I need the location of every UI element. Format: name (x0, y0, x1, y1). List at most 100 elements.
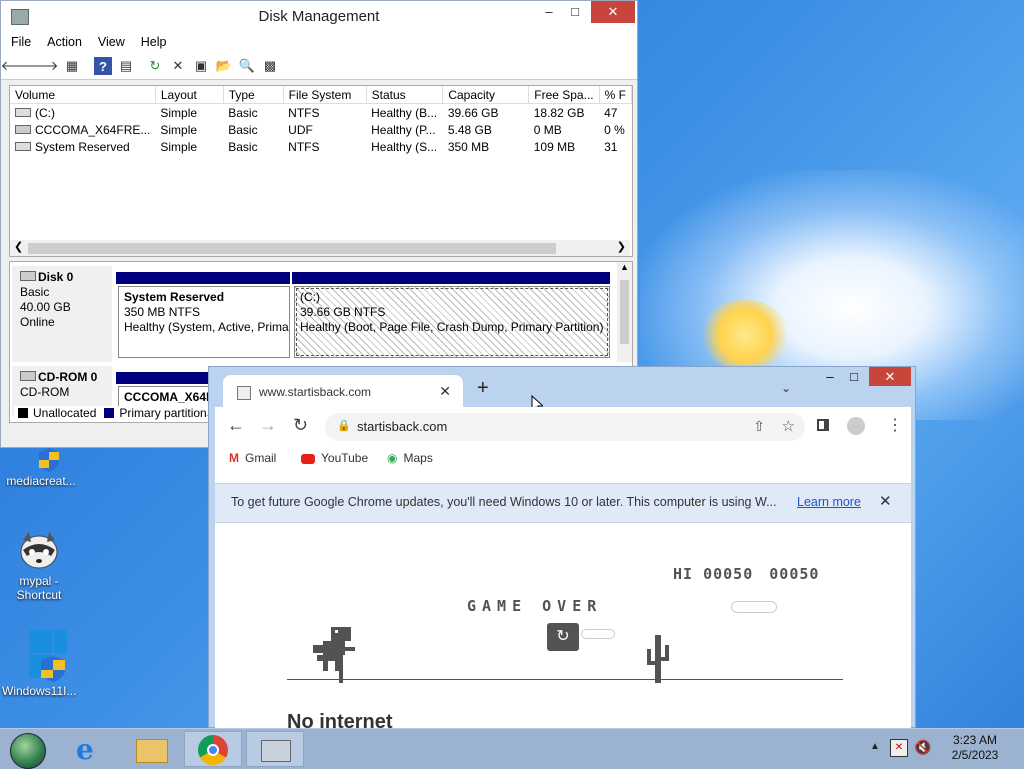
horizontal-scrollbar[interactable]: ❮ ❯ (10, 240, 630, 256)
checkmark-document-icon[interactable]: ▣ (192, 57, 210, 75)
taskbar-internet-explorer[interactable]: e (62, 731, 120, 767)
disk0-label[interactable]: Disk 0 Basic 40.00 GB Online (12, 266, 112, 362)
column-header[interactable]: Free Spa... (528, 86, 600, 104)
taskbar-disk-management[interactable] (246, 731, 304, 767)
title-bar[interactable]: Disk Management – □ ✕ (1, 1, 637, 31)
column-header[interactable]: File System (283, 86, 367, 104)
drive-icon (15, 141, 31, 151)
partition-bar (292, 272, 610, 284)
desktop-icon-windows11[interactable]: Windows11I... (2, 630, 77, 698)
tab-search-icon[interactable]: ⌄ (781, 381, 791, 395)
help-icon[interactable]: ? (94, 57, 112, 75)
column-header[interactable]: % F (599, 86, 633, 104)
cell: 39.66 GB (447, 105, 499, 120)
new-tab-button[interactable]: + (477, 377, 489, 400)
cell: Basic (228, 139, 258, 154)
delete-icon[interactable]: ✕ (169, 57, 187, 75)
cell: NTFS (288, 105, 320, 120)
current-score: 00050 (769, 565, 820, 583)
forward-icon[interactable]: 🡒 (24, 57, 59, 75)
desktop-icon-mypal[interactable]: mypal - Shortcut (2, 528, 76, 602)
infobar-close-icon[interactable]: ✕ (879, 492, 892, 510)
url-text: startisback.com (357, 419, 448, 434)
scroll-right-icon[interactable]: ❯ (617, 240, 626, 253)
bookmark-label: Gmail (245, 451, 277, 465)
desktop-icon-mediacreation[interactable]: mediacreat... (4, 446, 78, 488)
game-over-text: GAME OVER (467, 597, 603, 615)
address-bar[interactable]: 🔒 startisback.com ⇧ ☆ (325, 413, 805, 441)
bookmark-maps[interactable]: ◉ Maps (387, 451, 433, 465)
menu-view[interactable]: View (98, 35, 125, 49)
menu-action[interactable]: Action (47, 35, 82, 49)
bookmark-star-icon[interactable]: ☆ (782, 417, 795, 435)
partition-c[interactable]: (C:) 39.66 GB NTFS Healthy (Boot, Page F… (294, 286, 610, 358)
bookmark-label: YouTube (321, 451, 369, 465)
table-row[interactable]: CCCOMA_X64FRE... Simple Basic UDF Health… (10, 121, 632, 138)
cell: 109 MB (533, 139, 576, 154)
chrome-icon (198, 735, 228, 765)
minimize-button[interactable]: – (819, 369, 841, 387)
dino-game[interactable]: HI 00050 00050 GAME OVER ↻ No internet (215, 523, 911, 733)
cell: Simple (160, 139, 198, 154)
scroll-left-icon[interactable]: ❮ (14, 240, 23, 253)
gmail-icon: M (229, 451, 239, 465)
column-header[interactable]: Capacity (442, 86, 530, 104)
menu-icon[interactable]: ⋮ (887, 415, 903, 435)
cell: 5.48 GB (447, 122, 492, 137)
cell: Simple (160, 122, 198, 137)
share-icon[interactable]: ⇧ (753, 418, 765, 435)
show-hidden-icons[interactable]: ▲ (870, 741, 880, 752)
profile-icon[interactable] (847, 417, 865, 435)
bookmark-youtube[interactable]: YouTube (301, 451, 368, 465)
browser-tab[interactable]: www.startisback.com ✕ (223, 375, 463, 409)
disk-icon (20, 271, 36, 281)
table-header-row: Volume Layout Type File System Status Ca… (10, 86, 633, 104)
table-row[interactable]: System Reserved Simple Basic NTFS Health… (10, 138, 632, 155)
legend: Unallocated Primary partition (14, 406, 207, 420)
tab-close-icon[interactable]: ✕ (439, 383, 451, 400)
scroll-up-icon[interactable]: ▲ (620, 262, 629, 272)
search-icon[interactable]: 🔍 (238, 57, 256, 75)
settings-icon[interactable]: ▩ (261, 57, 279, 75)
menu-file[interactable]: File (11, 35, 31, 49)
update-infobar: To get future Google Chrome updates, you… (215, 483, 911, 523)
bookmark-gmail[interactable]: M Gmail (229, 451, 276, 465)
volume-muted-icon[interactable]: 🔇 (914, 739, 931, 756)
refresh-icon[interactable]: ↻ (146, 57, 164, 75)
table-row[interactable]: (C:) Simple Basic NTFS Healthy (B... 39.… (10, 104, 632, 122)
taskbar-chrome[interactable] (184, 731, 242, 767)
column-header[interactable]: Volume (10, 86, 156, 104)
show-hide-console-icon[interactable]: ▦ (63, 57, 81, 75)
restart-icon[interactable]: ↻ (547, 623, 579, 651)
toolbar: 🡐 🡒 ▦ ? ▤ ↻ ✕ ▣ 📂 🔍 ▩ (1, 53, 637, 80)
column-header[interactable]: Status (366, 86, 444, 104)
scrollbar-thumb[interactable] (620, 280, 629, 344)
close-button[interactable]: ✕ (591, 1, 635, 23)
cdrom0-name: CD-ROM 0 (38, 370, 98, 384)
menu-help[interactable]: Help (141, 35, 167, 49)
forward-icon[interactable]: → (259, 415, 277, 436)
partition-status: Healthy (Boot, Page File, Crash Dump, Pr… (300, 320, 604, 334)
maximize-button[interactable]: □ (843, 369, 865, 387)
taskbar-file-explorer[interactable] (122, 731, 180, 767)
partition-system-reserved[interactable]: System Reserved 350 MB NTFS Healthy (Sys… (118, 286, 290, 358)
properties-icon[interactable]: ▤ (117, 57, 135, 75)
reload-icon[interactable]: ↻ (293, 415, 308, 436)
clock[interactable]: 3:23 AM 2/5/2023 (940, 733, 1010, 763)
column-header[interactable]: Layout (155, 86, 224, 104)
action-center-icon[interactable]: ✕ (890, 739, 908, 757)
partition-bar (116, 372, 216, 384)
open-folder-icon[interactable]: 📂 (215, 57, 233, 75)
partition-size: 39.66 GB NTFS (300, 305, 386, 319)
scrollbar-thumb[interactable] (28, 243, 556, 254)
vertical-scrollbar[interactable]: ▲ (617, 262, 632, 362)
start-button[interactable] (2, 731, 60, 769)
maps-icon: ◉ (387, 451, 398, 465)
close-button[interactable]: ✕ (869, 367, 911, 386)
cell: Basic (228, 105, 258, 120)
side-panel-icon[interactable] (817, 419, 829, 431)
column-header[interactable]: Type (223, 86, 284, 104)
back-icon[interactable]: ← (227, 415, 245, 436)
learn-more-link[interactable]: Learn more (797, 495, 861, 509)
legend-swatch-unallocated (18, 408, 28, 418)
